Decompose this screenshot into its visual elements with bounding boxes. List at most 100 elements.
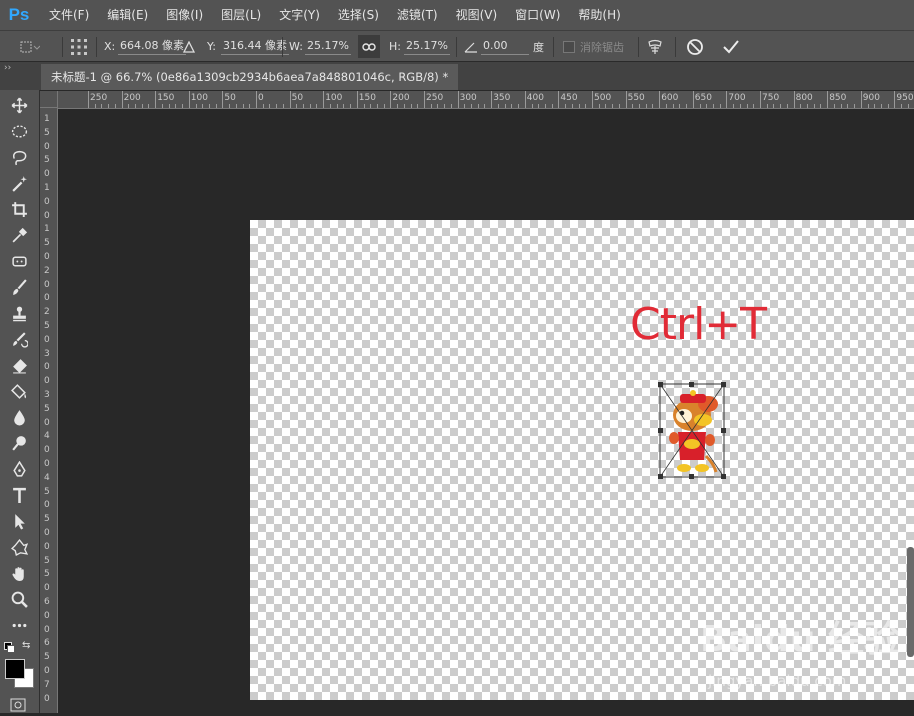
ruler-minor-tick	[887, 104, 889, 108]
blur-icon[interactable]	[7, 406, 31, 428]
document-tab[interactable]: 未标题-1 @ 66.7% (0e86a1309cb2934b6aea7a848…	[41, 64, 459, 90]
transform-tool-icon[interactable]	[18, 31, 40, 62]
ruler-minor-tick	[282, 104, 284, 108]
panel-collapse-icon[interactable]: ››	[0, 62, 44, 74]
ruler-label: 1	[44, 183, 50, 193]
horizontal-ruler[interactable]: 250 200 150 100 50 0 50 100 150 200 250 300 350 400 45…	[58, 91, 914, 109]
ruler-label: 5	[44, 652, 50, 663]
ruler-minor-tick	[235, 104, 237, 108]
move-icon[interactable]	[7, 94, 31, 116]
marquee-icon[interactable]	[7, 120, 31, 142]
ruler-major-tick	[894, 91, 896, 108]
foreground-color-swatch[interactable]	[5, 659, 25, 679]
dodge-icon[interactable]	[7, 432, 31, 454]
ruler-minor-tick	[833, 104, 835, 108]
ruler-label: 0	[44, 610, 50, 621]
ruler-label: 0	[44, 334, 50, 345]
pen-icon[interactable]	[7, 458, 31, 480]
quick-mask-icon[interactable]	[10, 697, 26, 716]
zoom-icon[interactable]	[7, 588, 31, 610]
ruler-minor-tick	[269, 104, 271, 108]
ruler-minor-tick	[484, 104, 486, 108]
vertical-ruler[interactable]: 1 5 0 5 0 1 0 0 1 5 0 2 0 0 2 5 0 3 0 0 3 5 0 4 0 0 4 5 0 5 0 0 5 5 0 6 0 0 6 5…	[40, 108, 58, 713]
ruler-origin[interactable]	[40, 91, 58, 108]
ruler-minor-tick	[464, 104, 466, 108]
h-field[interactable]: 25.17%	[404, 38, 450, 55]
ruler-label: 200	[123, 93, 141, 103]
menu-select[interactable]: 选择(S)	[329, 0, 388, 30]
healing-icon[interactable]	[7, 250, 31, 272]
reference-point-icon[interactable]	[70, 31, 88, 62]
link-icon[interactable]	[358, 35, 380, 58]
ruler-major-tick	[793, 91, 795, 108]
vertical-scrollbar[interactable]	[907, 547, 914, 657]
angle-field[interactable]: 0.00	[481, 38, 529, 55]
ruler-minor-tick	[712, 104, 714, 108]
ruler-label: 50	[224, 93, 236, 103]
ruler-label: 0	[258, 93, 264, 103]
eraser-icon[interactable]	[7, 354, 31, 376]
magic-wand-icon[interactable]	[7, 172, 31, 194]
default-colors-icon[interactable]	[4, 642, 15, 653]
commit-transform-icon[interactable]	[722, 31, 740, 62]
ruler-label: 0	[44, 528, 50, 538]
ruler-minor-tick	[316, 104, 318, 108]
ruler-minor-tick	[276, 104, 278, 108]
ruler-label: 2	[44, 307, 50, 318]
ruler-label: 150	[157, 93, 175, 103]
menu-edit[interactable]: 编辑(E)	[98, 0, 157, 30]
ruler-major-tick	[88, 91, 89, 108]
paint-bucket-icon[interactable]	[7, 380, 31, 402]
warp-icon[interactable]	[646, 31, 664, 62]
ruler-label: 7	[44, 679, 50, 690]
relative-position-icon[interactable]	[183, 31, 195, 62]
path-select-icon[interactable]	[7, 510, 31, 532]
checkbox-box	[563, 40, 575, 53]
ruler-minor-tick	[303, 104, 305, 108]
menu-type[interactable]: 文字(Y)	[270, 0, 329, 30]
menu-layer[interactable]: 图层(L)	[212, 0, 270, 30]
shape-icon[interactable]	[7, 536, 31, 558]
ruler-minor-tick	[766, 104, 768, 108]
menu-help[interactable]: 帮助(H)	[569, 0, 629, 30]
menu-view[interactable]: 视图(V)	[447, 0, 507, 30]
ruler-minor-tick	[497, 104, 499, 108]
ruler-minor-tick	[652, 104, 654, 108]
shortcut-overlay-text: Ctrl+T	[630, 299, 767, 350]
brush-icon[interactable]	[7, 276, 31, 298]
cancel-transform-icon[interactable]	[686, 31, 704, 62]
swap-colors-icon[interactable]: ⇆	[22, 640, 30, 651]
menu-window[interactable]: 窗口(W)	[506, 0, 569, 30]
x-label: X:	[104, 40, 116, 53]
x-field[interactable]: 664.08 像素	[118, 38, 186, 55]
history-brush-icon[interactable]	[7, 328, 31, 350]
antialias-label: 消除锯齿	[580, 40, 624, 54]
more-tools-icon[interactable]	[7, 614, 31, 636]
type-icon[interactable]	[7, 484, 31, 506]
hand-icon[interactable]	[7, 562, 31, 584]
ruler-minor-tick	[477, 104, 479, 108]
ruler-minor-tick	[417, 104, 419, 108]
menu-file[interactable]: 文件(F)	[40, 0, 98, 30]
ruler-minor-tick	[645, 104, 647, 108]
w-field[interactable]: 25.17%	[305, 38, 351, 55]
antialias-checkbox[interactable]: 消除锯齿	[563, 31, 624, 62]
ruler-label: 600	[661, 93, 679, 103]
clone-stamp-icon[interactable]	[7, 302, 31, 324]
ruler-major-tick	[827, 91, 829, 108]
menu-bar: Ps 文件(F) 编辑(E) 图像(I) 图层(L) 文字(Y) 选择(S) 滤…	[0, 0, 914, 30]
transform-layer-image[interactable]	[658, 382, 726, 479]
ruler-label: 5	[44, 555, 50, 566]
ruler-minor-tick	[800, 104, 802, 108]
ruler-label: 0	[44, 693, 50, 704]
eyedropper-icon[interactable]	[7, 224, 31, 246]
y-field[interactable]: 316.44 像素	[221, 38, 289, 55]
baidu-watermark-logo: Baidu 经验	[700, 619, 901, 660]
menu-filter[interactable]: 滤镜(T)	[388, 0, 447, 30]
ruler-minor-tick	[148, 104, 150, 108]
lasso-icon[interactable]	[7, 146, 31, 168]
ruler-minor-tick	[632, 104, 634, 108]
ruler-major-tick	[323, 91, 325, 108]
menu-image[interactable]: 图像(I)	[157, 0, 212, 30]
crop-icon[interactable]	[7, 198, 31, 220]
